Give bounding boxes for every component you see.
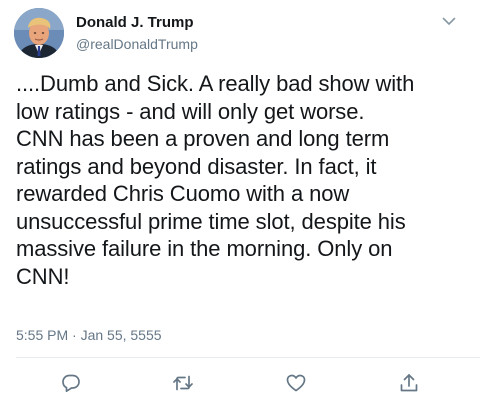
share-button[interactable] — [398, 372, 420, 394]
user-handle[interactable]: @realDonaldTrump — [76, 36, 198, 52]
share-icon — [400, 374, 418, 392]
tweet-text-line: ratings and beyond disaster. In fact, it — [16, 153, 377, 179]
tweet-text-line: rewarded Chris Cuomo with a now — [16, 181, 350, 206]
reply-button[interactable] — [60, 372, 82, 394]
heart-icon — [286, 374, 306, 392]
retweet-button[interactable] — [172, 372, 194, 394]
chevron-down-icon[interactable] — [440, 12, 458, 30]
tweet-card: Donald J. Trump @realDonaldTrump ....Dum… — [0, 0, 480, 410]
tweet-text: ....Dumb and Sick. A really bad show wit… — [16, 70, 472, 290]
tweet-timestamp[interactable]: 5:55 PM · Jan 55, 5555 — [16, 327, 162, 343]
avatar[interactable] — [14, 8, 64, 58]
profile-photo-icon — [14, 8, 64, 58]
reply-icon — [62, 374, 80, 393]
user-display-name[interactable]: Donald J. Trump — [76, 14, 194, 31]
tweet-text-line: CNN! — [16, 263, 70, 289]
tweet-text-line: CNN has been a proven and long term — [16, 126, 390, 151]
retweet-icon — [173, 375, 193, 391]
tweet-text-line: massive failure in the morning. Only on — [16, 236, 393, 261]
tweet-text-line: low ratings - and will only get worse. — [16, 98, 365, 124]
divider — [16, 357, 480, 358]
tweet-text-line: unsuccessful prime time slot, despite hi… — [16, 208, 406, 234]
tweet-text-line: ....Dumb and Sick. A really bad show wit… — [16, 71, 415, 96]
like-button[interactable] — [285, 372, 307, 394]
